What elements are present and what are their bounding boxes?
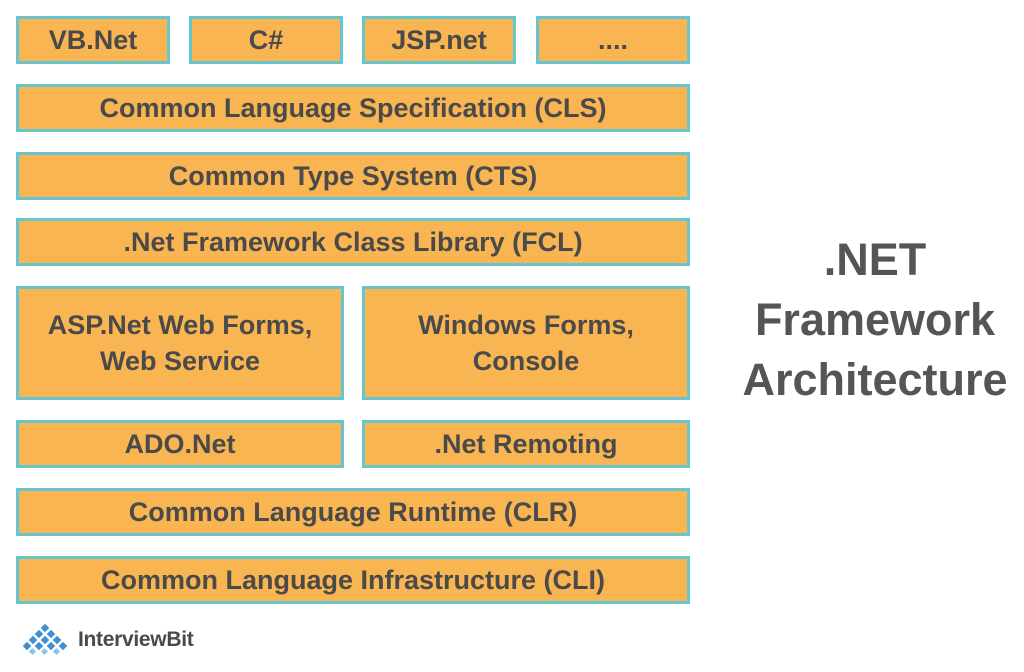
adonet-label: ADO.Net xyxy=(124,429,236,459)
lang-jspnet-box: JSP.net xyxy=(362,16,516,64)
winforms-box: Windows Forms, Console xyxy=(362,286,690,400)
lang-more-label: .... xyxy=(597,25,628,55)
brand-name: InterviewBit xyxy=(78,628,194,651)
clr-label: Common Language Runtime (CLR) xyxy=(128,497,578,527)
remoting-box: .Net Remoting xyxy=(362,420,690,468)
lang-more-box: .... xyxy=(536,16,690,64)
title-line-1: .NET xyxy=(823,234,927,285)
title-line-2: Framework xyxy=(754,294,996,345)
lang-csharp-box: C# xyxy=(189,16,343,64)
cli-box: Common Language Infrastructure (CLI) xyxy=(16,556,690,604)
aspnet-label-line2: Web Service xyxy=(99,346,261,376)
adonet-box: ADO.Net xyxy=(16,420,344,468)
clr-box: Common Language Runtime (CLR) xyxy=(16,488,690,536)
lang-vbnet-label: VB.Net xyxy=(48,25,138,55)
cls-box: Common Language Specification (CLS) xyxy=(16,84,690,132)
fcl-box: .Net Framework Class Library (FCL) xyxy=(16,218,690,266)
lang-vbnet-box: VB.Net xyxy=(16,16,170,64)
cli-label: Common Language Infrastructure (CLI) xyxy=(100,565,606,595)
fcl-label: .Net Framework Class Library (FCL) xyxy=(123,227,583,257)
lang-jspnet-label: JSP.net xyxy=(391,25,487,55)
winforms-label-line2: Console xyxy=(472,346,580,376)
cts-box: Common Type System (CTS) xyxy=(16,152,690,200)
title-line-3: Architecture xyxy=(742,354,1008,405)
interviewbit-diamond-icon xyxy=(22,623,68,656)
cts-label: Common Type System (CTS) xyxy=(168,161,538,191)
aspnet-label-line1: ASP.Net Web Forms, xyxy=(47,310,313,340)
interviewbit-logo: InterviewBit xyxy=(20,622,194,658)
remoting-label: .Net Remoting xyxy=(434,429,618,459)
aspnet-box: ASP.Net Web Forms, Web Service xyxy=(16,286,344,400)
cls-label: Common Language Specification (CLS) xyxy=(99,93,607,123)
winforms-label-line1: Windows Forms, xyxy=(418,310,634,340)
lang-csharp-label: C# xyxy=(248,25,284,55)
diagram-title: .NET Framework Architecture xyxy=(720,230,1024,410)
